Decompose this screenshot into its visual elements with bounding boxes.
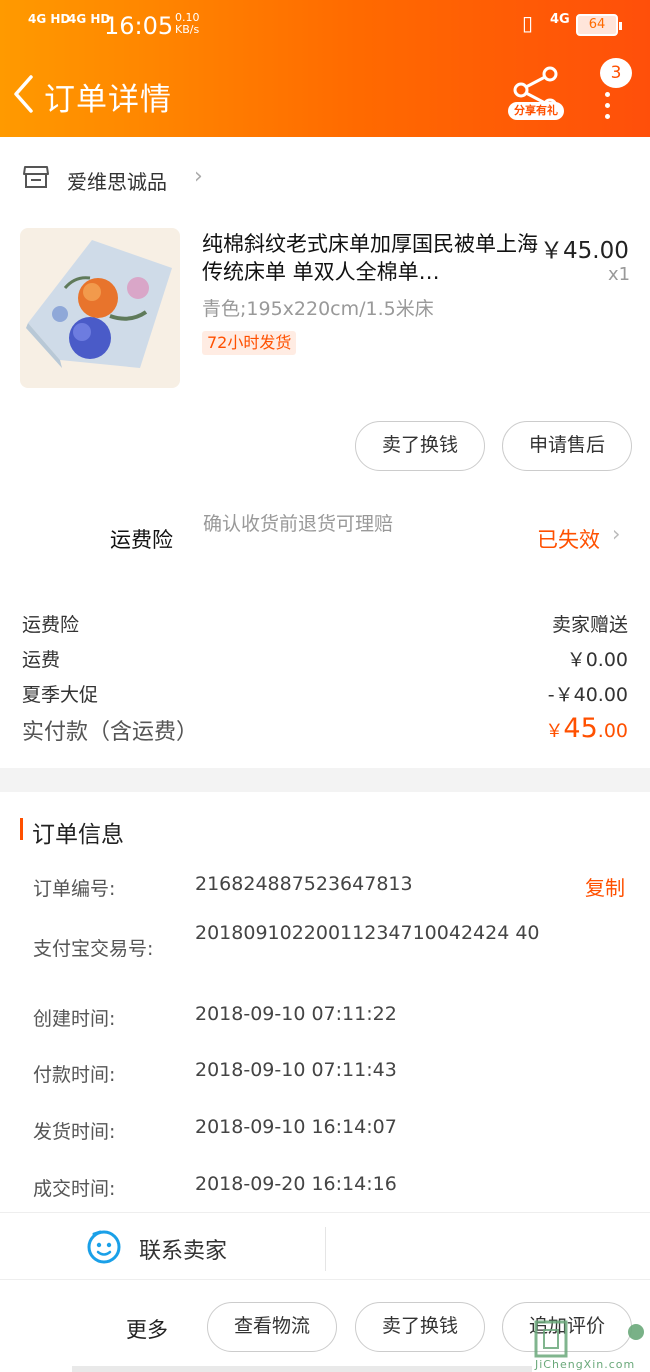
contact-seller-label: 联系卖家 <box>139 1239 228 1264</box>
total-decimal: .00 <box>597 720 628 742</box>
fee-value: 卖家赠送 <box>551 614 628 636</box>
divider <box>325 1227 326 1271</box>
order-number-label: 订单编号: <box>33 878 116 900</box>
product-quantity: x1 <box>608 264 631 285</box>
watermark-text: JiChengXin.com <box>535 1358 636 1371</box>
insurance-description: 确认收货前退货可理赔 <box>203 513 394 535</box>
chevron-right-icon: › <box>612 522 621 546</box>
total-amount: ￥45.00 <box>545 713 628 744</box>
copy-button[interactable]: 复制 <box>585 872 625 901</box>
chat-face-icon <box>87 1230 121 1264</box>
total-currency: ￥ <box>545 721 564 742</box>
more-options-icon[interactable] <box>603 92 611 119</box>
sell-for-cash-bottom-button[interactable]: 卖了换钱 <box>355 1302 485 1352</box>
completed-time-label: 成交时间: <box>33 1178 116 1200</box>
notification-badge: 3 <box>600 58 632 88</box>
order-number-value: 216824887523647813 <box>195 873 413 895</box>
paid-time-label: 付款时间: <box>33 1064 116 1086</box>
insurance-label: 运费险 <box>110 528 173 552</box>
clock: 16:05 <box>104 12 174 40</box>
product-image[interactable] <box>20 228 180 388</box>
shipping-tag: 72小时发货 <box>202 331 297 355</box>
network-speed: 0.10 KB/s <box>175 12 200 36</box>
fee-label: 夏季大促 <box>22 684 99 706</box>
section-divider <box>0 768 650 792</box>
total-integer: 45 <box>563 713 598 744</box>
product-price: ￥45.00 <box>540 238 629 264</box>
chevron-right-icon: › <box>194 164 203 189</box>
page-title: 订单详情 <box>44 82 172 118</box>
shipped-time-value: 2018-09-10 16:14:07 <box>195 1116 397 1138</box>
paid-time-value: 2018-09-10 07:11:43 <box>195 1059 397 1081</box>
shop-name: 爱维思诚品 <box>67 170 167 194</box>
shop-row[interactable]: 爱维思诚品 › <box>0 138 650 218</box>
network-speed-unit: KB/s <box>175 23 200 36</box>
battery-indicator: 64 <box>576 14 622 36</box>
total-label: 实付款（含运费） <box>22 720 199 745</box>
fee-value: ￥0.00 <box>566 649 628 671</box>
signal-strength-1: 4G HD <box>28 12 71 26</box>
order-info-title: 订单信息 <box>32 822 124 848</box>
contact-bar: 联系卖家 <box>0 1212 650 1280</box>
apply-after-sales-button[interactable]: 申请售后 <box>502 421 632 471</box>
product-title[interactable]: 纯棉斜纹老式床单加厚国民被单上海传统床单 单双人全棉单… <box>202 230 538 286</box>
store-icon <box>23 166 49 188</box>
created-time-value: 2018-09-10 07:11:22 <box>195 1003 397 1025</box>
completed-time-value: 2018-09-20 16:14:16 <box>195 1173 397 1195</box>
insurance-status: 已失效 <box>537 528 600 552</box>
alipay-trade-label: 支付宝交易号: <box>33 938 154 960</box>
product-sku: 青色;195x220cm/1.5米床 <box>202 298 434 320</box>
sell-for-cash-button[interactable]: 卖了换钱 <box>355 421 485 471</box>
status-bar: 4G HD 4G HD 16:05 0.10 KB/s ▯ 4G 64 <box>0 8 650 44</box>
view-logistics-button[interactable]: 查看物流 <box>207 1302 337 1352</box>
fee-row: 运费 ￥0.00 <box>22 645 628 672</box>
share-reward-label[interactable]: 分享有礼 <box>508 102 564 120</box>
fee-label: 运费险 <box>22 614 80 636</box>
back-arrow-icon[interactable] <box>12 74 34 114</box>
fee-label: 运费 <box>22 649 61 671</box>
nav-bar-hint <box>72 1366 532 1372</box>
app-header: 4G HD 4G HD 16:05 0.10 KB/s ▯ 4G 64 订单详情… <box>0 0 650 137</box>
alipay-trade-value: 20180910220011234710042424 40 <box>195 922 540 944</box>
more-button[interactable]: 更多 <box>126 1314 168 1344</box>
vibrate-icon: ▯ <box>522 11 534 35</box>
network-type: 4G <box>550 12 570 27</box>
created-time-label: 创建时间: <box>33 1008 116 1030</box>
fee-row: 运费险 卖家赠送 <box>22 610 628 637</box>
shipped-time-label: 发货时间: <box>33 1121 116 1143</box>
fee-value: -￥40.00 <box>547 684 628 706</box>
fee-row: 夏季大促 -￥40.00 <box>22 680 628 707</box>
